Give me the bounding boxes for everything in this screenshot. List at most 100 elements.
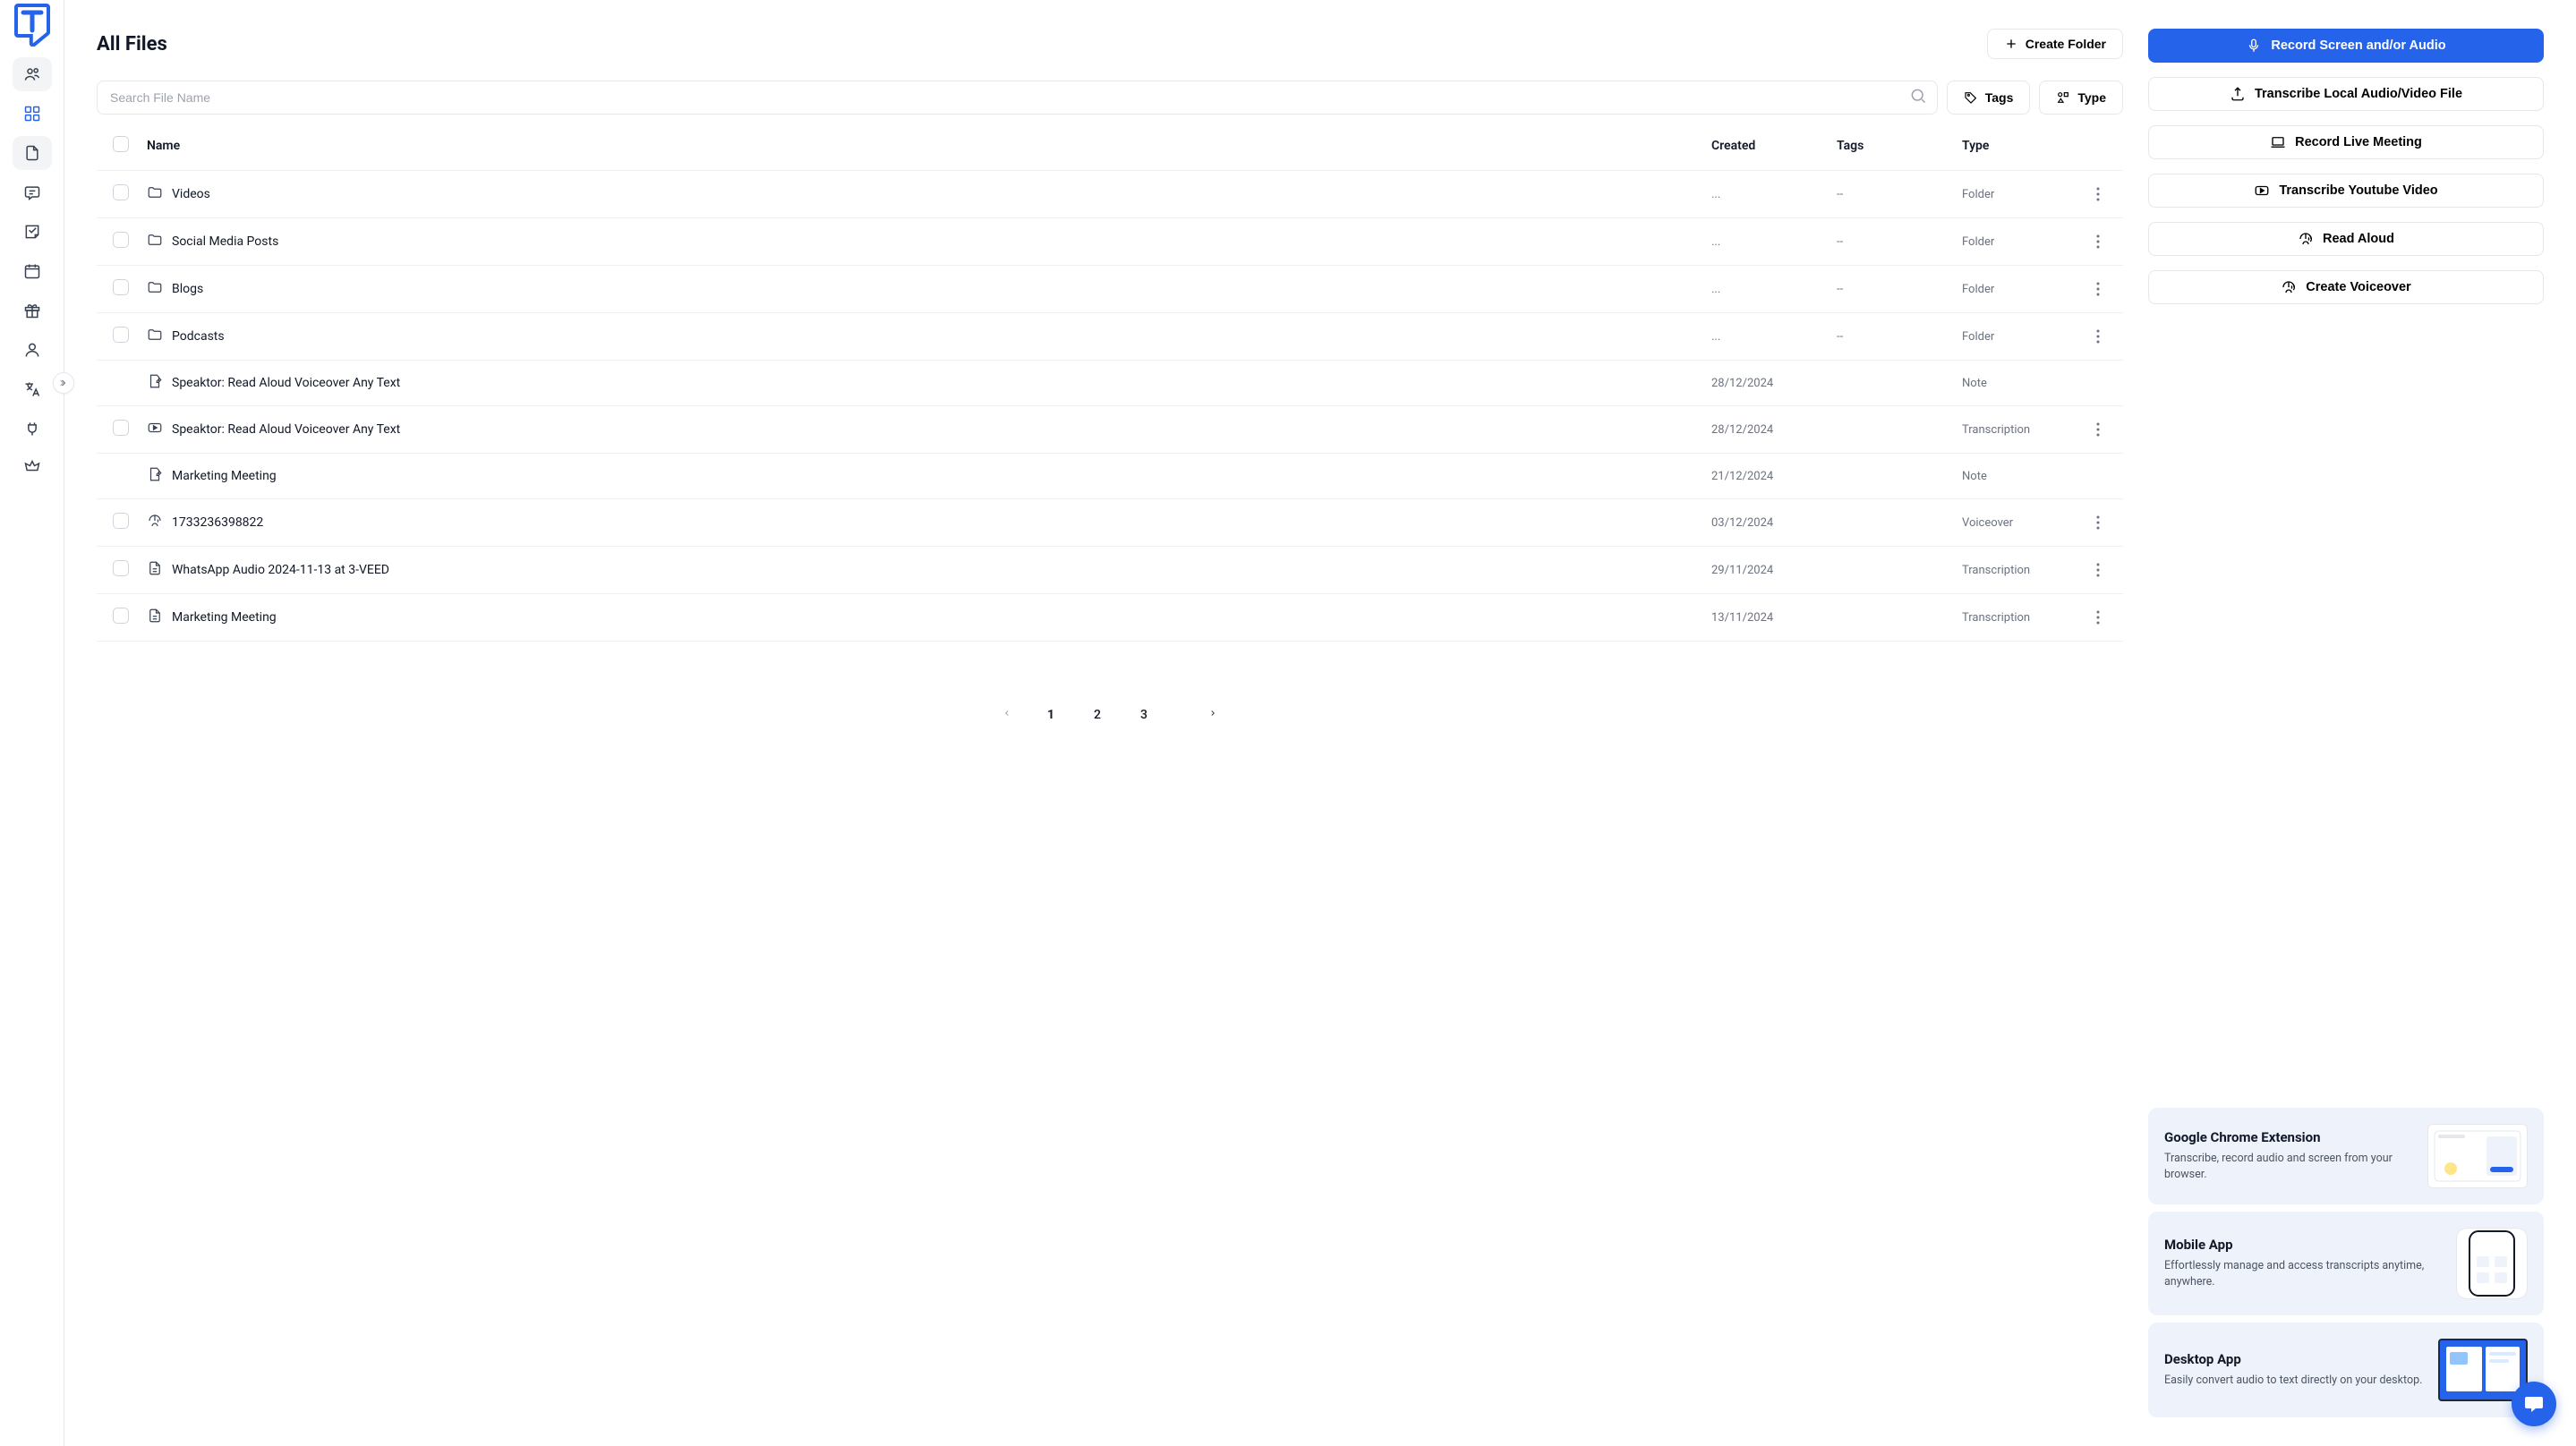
nav-gift-icon[interactable]: [13, 293, 52, 327]
page-number[interactable]: 2: [1087, 704, 1108, 726]
table-row[interactable]: Marketing Meeting 13/11/2024 Transcripti…: [97, 594, 2123, 642]
nav-chat-icon[interactable]: [13, 175, 52, 209]
promo-desc: Effortlessly manage and access transcrip…: [2164, 1258, 2442, 1290]
row-more-button[interactable]: [2087, 607, 2109, 628]
file-tags: --: [1837, 188, 1962, 201]
file-name: Marketing Meeting: [172, 610, 277, 625]
nav-notes-icon[interactable]: [13, 215, 52, 249]
table-header: Name Created Tags Type: [97, 122, 2123, 171]
transcribe-local-label: Transcribe Local Audio/Video File: [2255, 87, 2462, 101]
record-meeting-label: Record Live Meeting: [2295, 135, 2422, 149]
mic-icon: [2246, 38, 2262, 54]
table-row[interactable]: 1733236398822 03/12/2024 Voiceover: [97, 499, 2123, 547]
tags-filter-button[interactable]: Tags: [1947, 81, 2031, 115]
page-title: All Files: [97, 33, 167, 55]
row-checkbox[interactable]: [113, 232, 129, 248]
row-more-button[interactable]: [2087, 512, 2109, 533]
sidebar: [0, 0, 64, 1446]
table-row[interactable]: Videos ... -- Folder: [97, 171, 2123, 218]
transcribe-youtube-button[interactable]: Transcribe Youtube Video: [2148, 174, 2544, 208]
row-more-button[interactable]: [2087, 278, 2109, 300]
row-more-button[interactable]: [2087, 231, 2109, 252]
nav-integrations-icon[interactable]: [13, 412, 52, 446]
promo-card[interactable]: Google Chrome Extension Transcribe, reco…: [2148, 1108, 2544, 1204]
nav-translate-icon[interactable]: [13, 372, 52, 406]
voice-icon: [147, 513, 163, 532]
file-created: 29/11/2024: [1711, 564, 1837, 577]
record-meeting-button[interactable]: Record Live Meeting: [2148, 125, 2544, 159]
table-row[interactable]: Social Media Posts ... -- Folder: [97, 218, 2123, 266]
nav-profile-icon[interactable]: [13, 333, 52, 367]
file-name: WhatsApp Audio 2024-11-13 at 3-VEED: [172, 563, 389, 577]
file-name: Blogs: [172, 282, 203, 296]
expand-sidebar-button[interactable]: [53, 372, 74, 394]
search-input[interactable]: [97, 81, 1938, 115]
row-checkbox[interactable]: [113, 279, 129, 295]
nav-calendar-icon[interactable]: [13, 254, 52, 288]
row-checkbox[interactable]: [113, 560, 129, 576]
file-created: 13/11/2024: [1711, 611, 1837, 625]
record-screen-button[interactable]: Record Screen and/or Audio: [2148, 29, 2544, 63]
file-type: Transcription: [1962, 564, 2087, 577]
transcribe-youtube-label: Transcribe Youtube Video: [2279, 183, 2437, 198]
files-table: Name Created Tags Type Videos ... -- Fol…: [97, 122, 2123, 642]
nav-files-icon[interactable]: [13, 136, 52, 170]
nav-dashboard-icon[interactable]: [13, 97, 52, 131]
file-type: Note: [1962, 470, 2087, 483]
promo-card[interactable]: Mobile App Effortlessly manage and acces…: [2148, 1212, 2544, 1315]
header-tags: Tags: [1837, 139, 1962, 153]
tag-icon: [1964, 90, 1978, 105]
table-row[interactable]: Speaktor: Read Aloud Voiceover Any Text …: [97, 361, 2123, 406]
row-checkbox[interactable]: [113, 327, 129, 343]
row-checkbox[interactable]: [113, 513, 129, 529]
create-folder-button[interactable]: Create Folder: [1987, 29, 2123, 59]
doc-icon: [147, 560, 163, 580]
row-checkbox[interactable]: [113, 420, 129, 436]
file-name: Podcasts: [172, 329, 225, 344]
table-row[interactable]: WhatsApp Audio 2024-11-13 at 3-VEED 29/1…: [97, 547, 2123, 594]
note-icon: [147, 466, 163, 486]
page-number[interactable]: 3: [1133, 704, 1155, 726]
row-more-button[interactable]: [2087, 183, 2109, 205]
table-row[interactable]: Speaktor: Read Aloud Voiceover Any Text …: [97, 406, 2123, 454]
prev-page-button[interactable]: [995, 704, 1019, 726]
file-type: Folder: [1962, 235, 2087, 249]
promo-title: Google Chrome Extension: [2164, 1129, 2413, 1145]
promo-desc: Transcribe, record audio and screen from…: [2164, 1151, 2413, 1183]
plus-icon: [2004, 37, 2018, 51]
file-created: ...: [1711, 283, 1837, 296]
read-aloud-button[interactable]: Read Aloud: [2148, 222, 2544, 256]
row-checkbox[interactable]: [113, 184, 129, 200]
row-more-button[interactable]: [2087, 559, 2109, 581]
page-number[interactable]: 1: [1040, 704, 1062, 726]
voiceover-icon: [2281, 279, 2297, 295]
file-type: Folder: [1962, 330, 2087, 344]
tags-filter-label: Tags: [1985, 90, 2014, 105]
read-aloud-label: Read Aloud: [2323, 232, 2394, 246]
select-all-checkbox[interactable]: [113, 136, 129, 152]
file-tags: --: [1837, 235, 1962, 249]
table-row[interactable]: Podcasts ... -- Folder: [97, 313, 2123, 361]
promo-card[interactable]: Desktop App Easily convert audio to text…: [2148, 1323, 2544, 1417]
next-page-button[interactable]: [1201, 704, 1224, 726]
table-row[interactable]: Blogs ... -- Folder: [97, 266, 2123, 313]
upload-icon: [2230, 86, 2246, 102]
row-more-button[interactable]: [2087, 419, 2109, 440]
row-checkbox[interactable]: [113, 608, 129, 624]
table-row[interactable]: Marketing Meeting 21/12/2024 Note: [97, 454, 2123, 499]
row-more-button[interactable]: [2087, 326, 2109, 347]
transcribe-local-button[interactable]: Transcribe Local Audio/Video File: [2148, 77, 2544, 111]
file-tags: --: [1837, 330, 1962, 344]
nav-premium-icon[interactable]: [13, 451, 52, 485]
type-filter-button[interactable]: Type: [2039, 81, 2123, 115]
promo-desc: Easily convert audio to text directly on…: [2164, 1373, 2424, 1389]
file-created: 28/12/2024: [1711, 377, 1837, 390]
file-created: 03/12/2024: [1711, 516, 1837, 530]
header-created: Created: [1711, 139, 1837, 153]
chat-support-button[interactable]: [2512, 1382, 2556, 1426]
search-icon: [1909, 87, 1927, 108]
nav-team-icon[interactable]: [13, 57, 52, 91]
video-icon: [147, 420, 163, 439]
create-voiceover-button[interactable]: Create Voiceover: [2148, 270, 2544, 304]
folder-icon: [147, 184, 163, 204]
